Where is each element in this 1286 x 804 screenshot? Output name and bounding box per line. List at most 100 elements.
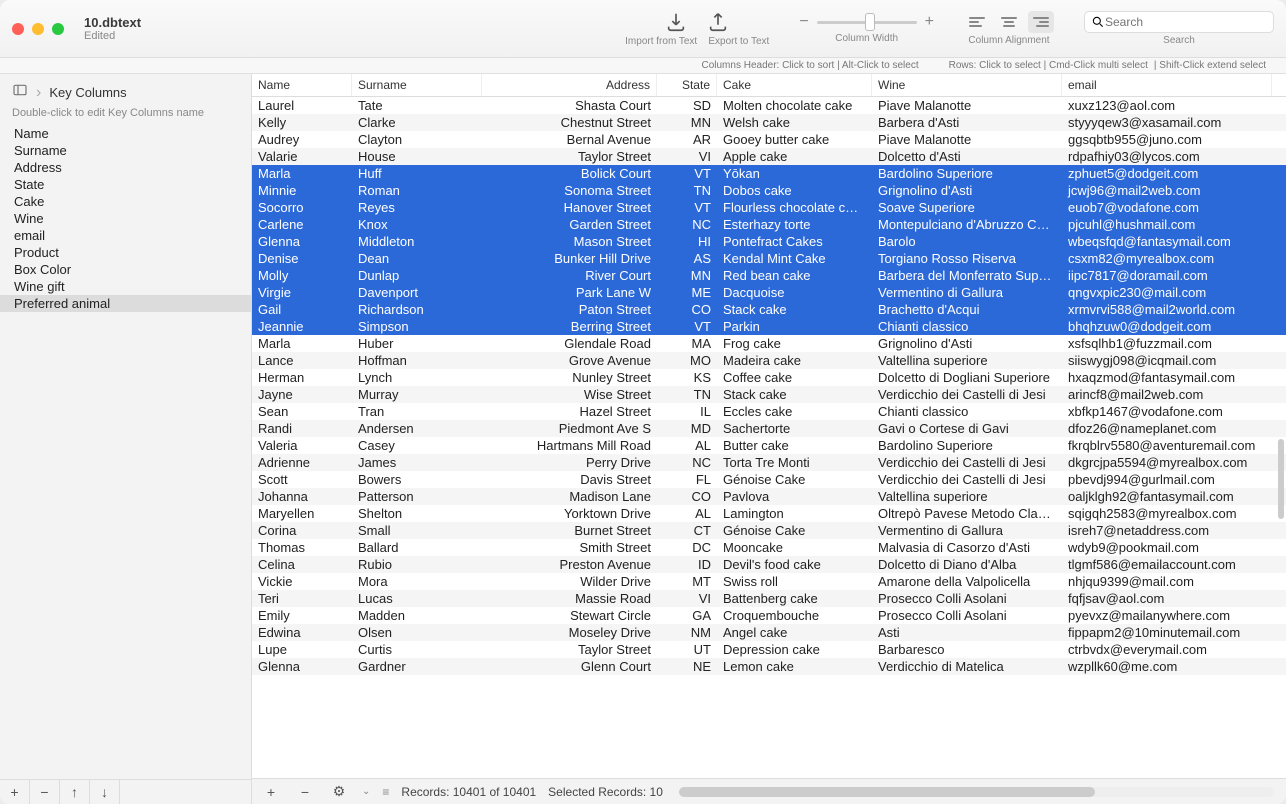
table-cell: Virgie	[252, 284, 352, 301]
table-row[interactable]: CarleneKnoxGarden StreetNCEsterhazy tort…	[252, 216, 1286, 233]
rows-hint-b: | Shift-Click extend select	[1154, 60, 1266, 71]
column-header[interactable]: Name	[252, 74, 352, 96]
search-input[interactable]	[1105, 15, 1267, 29]
sidebar-item[interactable]: State	[0, 176, 251, 193]
status-remove-button[interactable]: −	[294, 782, 316, 802]
table-cell: Edwina	[252, 624, 352, 641]
table-row[interactable]: MarlaHuffBolick CourtVTYōkanBardolino Su…	[252, 165, 1286, 182]
table-row[interactable]: CorinaSmallBurnet StreetCTGénoise CakeVe…	[252, 522, 1286, 539]
table-cell: Valtellina superiore	[872, 352, 1062, 369]
sidebar-item[interactable]: Wine gift	[0, 278, 251, 295]
sidebar-down-button[interactable]: ↓	[90, 780, 120, 804]
table-row[interactable]: SocorroReyesHanover StreetVTFlourless ch…	[252, 199, 1286, 216]
table-cell: Valtellina superiore	[872, 488, 1062, 505]
align-left-button[interactable]	[964, 11, 990, 33]
sidebar-item[interactable]: Product	[0, 244, 251, 261]
table-row[interactable]: EdwinaOlsenMoseley DriveNMAngel cakeAsti…	[252, 624, 1286, 641]
table-row[interactable]: JeannieSimpsonBerring StreetVTParkinChia…	[252, 318, 1286, 335]
sidebar-up-button[interactable]: ↑	[60, 780, 90, 804]
chevron-down-icon[interactable]: ⌄	[362, 786, 370, 797]
list-icon[interactable]: ≡	[382, 785, 389, 799]
width-plus[interactable]: +	[925, 13, 934, 31]
table-row[interactable]: TeriLucasMassie RoadVIBattenberg cakePro…	[252, 590, 1286, 607]
status-add-button[interactable]: +	[260, 782, 282, 802]
table-row[interactable]: VirgieDavenportPark Lane WMEDacquoiseVer…	[252, 284, 1286, 301]
sidebar-item[interactable]: Address	[0, 159, 251, 176]
table-row[interactable]: CelinaRubioPreston AvenueIDDevil's food …	[252, 556, 1286, 573]
sidebar-item[interactable]: Preferred animal	[0, 295, 251, 312]
align-right-button[interactable]	[1028, 11, 1054, 33]
table-row[interactable]: SeanTranHazel StreetILEccles cakeChianti…	[252, 403, 1286, 420]
export-icon[interactable]	[706, 10, 730, 34]
maximize-icon[interactable]	[52, 23, 64, 35]
table-row[interactable]: ThomasBallardSmith StreetDCMooncakeMalva…	[252, 539, 1286, 556]
table-row[interactable]: DeniseDeanBunker Hill DriveASKendal Mint…	[252, 250, 1286, 267]
table-cell: jcwj96@mail2web.com	[1062, 182, 1272, 199]
table-cell: Knox	[352, 216, 482, 233]
column-header[interactable]: Wine	[872, 74, 1062, 96]
table-cell: UT	[657, 641, 717, 658]
table-row[interactable]: ValarieHouseTaylor StreetVIApple cakeDol…	[252, 148, 1286, 165]
column-header[interactable]: State	[657, 74, 717, 96]
sidebar-item[interactable]: Wine	[0, 210, 251, 227]
close-icon[interactable]	[12, 23, 24, 35]
column-header[interactable]: Surname	[352, 74, 482, 96]
table-cell: Chianti classico	[872, 403, 1062, 420]
sidebar-item[interactable]: Cake	[0, 193, 251, 210]
table-row[interactable]: ValeriaCaseyHartmans Mill RoadALButter c…	[252, 437, 1286, 454]
table-cell: MN	[657, 267, 717, 284]
table-row[interactable]: GailRichardsonPaton StreetCOStack cakeBr…	[252, 301, 1286, 318]
search-box[interactable]	[1084, 11, 1274, 33]
table-cell: fkrqblrv5580@aventuremail.com	[1062, 437, 1272, 454]
table-row[interactable]: LaurelTateShasta CourtSDMolten chocolate…	[252, 97, 1286, 114]
gear-icon[interactable]: ⚙︎	[328, 782, 350, 802]
horizontal-scrollbar[interactable]	[679, 787, 1274, 797]
table-row[interactable]: MaryellenSheltonYorktown DriveALLamingto…	[252, 505, 1286, 522]
minimize-icon[interactable]	[32, 23, 44, 35]
sidebar-item[interactable]: Name	[0, 125, 251, 142]
table-row[interactable]: ScottBowersDavis StreetFLGénoise CakeVer…	[252, 471, 1286, 488]
sidebar-item[interactable]: Surname	[0, 142, 251, 159]
table-cell: Jayne	[252, 386, 352, 403]
import-icon[interactable]	[664, 10, 688, 34]
sidebar-item[interactable]: email	[0, 227, 251, 244]
table-cell: River Court	[482, 267, 657, 284]
sidebar-add-button[interactable]: +	[0, 780, 30, 804]
table-cell: Wilder Drive	[482, 573, 657, 590]
column-header[interactable]: email	[1062, 74, 1272, 96]
align-center-button[interactable]	[996, 11, 1022, 33]
table-cell: Prosecco Colli Asolani	[872, 590, 1062, 607]
table-row[interactable]: AudreyClaytonBernal AvenueARGooey butter…	[252, 131, 1286, 148]
table-row[interactable]: MollyDunlapRiver CourtMNRed bean cakeBar…	[252, 267, 1286, 284]
table-row[interactable]: AdrienneJamesPerry DriveNCTorta Tre Mont…	[252, 454, 1286, 471]
table-row[interactable]: VickieMoraWilder DriveMTSwiss rollAmaron…	[252, 573, 1286, 590]
table-row[interactable]: RandiAndersenPiedmont Ave SMDSachertorte…	[252, 420, 1286, 437]
column-width-slider[interactable]	[817, 21, 917, 24]
table-cell: Bernal Avenue	[482, 131, 657, 148]
table-cell: Glenn Court	[482, 658, 657, 675]
sidebar-item[interactable]: Box Color	[0, 261, 251, 278]
table-row[interactable]: GlennaGardnerGlenn CourtNELemon cakeVerd…	[252, 658, 1286, 675]
sidebar-toggle-icon[interactable]	[12, 82, 28, 103]
table-row[interactable]: KellyClarkeChestnut StreetMNWelsh cakeBa…	[252, 114, 1286, 131]
column-header[interactable]: Address	[482, 74, 657, 96]
table-row[interactable]: LanceHoffmanGrove AvenueMOMadeira cakeVa…	[252, 352, 1286, 369]
sidebar-remove-button[interactable]: −	[30, 780, 60, 804]
table-cell: Shasta Court	[482, 97, 657, 114]
table-cell: Clayton	[352, 131, 482, 148]
table-cell: Marla	[252, 335, 352, 352]
vertical-scrollbar[interactable]	[1278, 439, 1284, 519]
table-row[interactable]: MinnieRomanSonoma StreetTNDobos cakeGrig…	[252, 182, 1286, 199]
width-minus[interactable]: −	[799, 13, 808, 31]
column-header[interactable]: Cake	[717, 74, 872, 96]
table-cell: ID	[657, 556, 717, 573]
table-row[interactable]: JohannaPattersonMadison LaneCOPavlovaVal…	[252, 488, 1286, 505]
table-row[interactable]: EmilyMaddenStewart CircleGACroquembouche…	[252, 607, 1286, 624]
table-row[interactable]: GlennaMiddletonMason StreetHIPontefract …	[252, 233, 1286, 250]
table-row[interactable]: JayneMurrayWise StreetTNStack cakeVerdic…	[252, 386, 1286, 403]
table-row[interactable]: LupeCurtisTaylor StreetUTDepression cake…	[252, 641, 1286, 658]
table-cell: Moseley Drive	[482, 624, 657, 641]
table-row[interactable]: MarlaHuberGlendale RoadMAFrog cakeGrigno…	[252, 335, 1286, 352]
table-row[interactable]: HermanLynchNunley StreetKSCoffee cakeDol…	[252, 369, 1286, 386]
table-cell: Esterhazy torte	[717, 216, 872, 233]
